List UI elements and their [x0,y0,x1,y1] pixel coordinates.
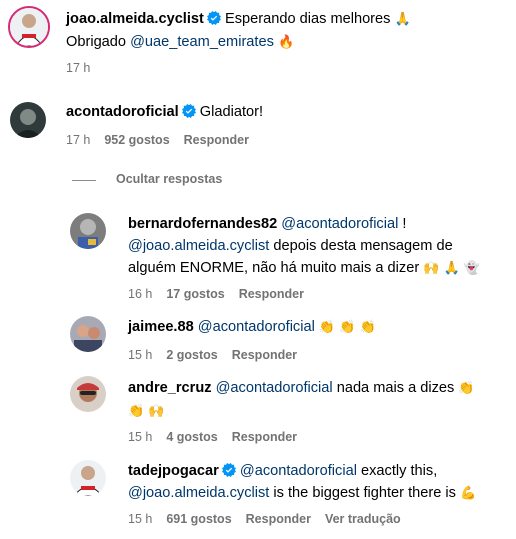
hide-replies-line [72,180,96,181]
comment-body: Gladiator! [199,104,264,120]
comment-text: joao.almeida.cyclist Esperando dias melh… [66,8,506,54]
mention-link[interactable]: @uae_team_emirates [130,34,274,50]
reply-meta: 16 h 17 gostos Responder [128,287,318,301]
hide-replies-button[interactable]: Ocultar respostas [116,172,222,186]
verified-icon [222,463,236,477]
comment-meta: 17 h 952 gostos Responder [66,133,263,147]
reply-button[interactable]: Responder [246,512,311,526]
flexed-bicep-icon: 💪 [460,486,477,501]
mention-link[interactable]: @acontadoroficial [216,380,333,396]
reply-body: nada mais a dizes [332,380,455,396]
reply-time[interactable]: 15 h [128,348,152,362]
reply-button[interactable]: Responder [239,287,304,301]
reply-button[interactable]: Responder [184,133,249,147]
mention-link[interactable]: @joao.almeida.cyclist [128,238,269,254]
avatar[interactable] [8,6,50,48]
comment-body: Esperando dias melhores [224,11,391,27]
reply-username[interactable]: andre_rcruz [128,380,212,396]
reply-text: andre_rcruz @acontadoroficial nada mais … [128,377,508,423]
comment-username[interactable]: acontadoroficial [66,104,179,120]
comment-meta: 17 h [66,61,104,75]
reply-meta: 15 h 2 gostos Responder [128,348,311,362]
verified-icon [182,104,196,118]
comment-text: acontadoroficial Gladiator! [66,101,506,123]
likes-count[interactable]: 4 gostos [166,430,217,444]
avatar[interactable] [10,102,46,138]
avatar[interactable] [70,213,106,249]
mention-link[interactable]: @acontadoroficial [240,463,357,479]
reply-text: jaimee.88 @acontadoroficial 👏 👏 👏 [128,316,508,339]
comment-time[interactable]: 17 h [66,61,90,75]
reply-button[interactable]: Responder [232,348,297,362]
see-translation-button[interactable]: Ver tradução [325,512,401,526]
reply-body: depois desta mensagem de [269,238,453,254]
reply-body: alguém ENORME, não há muito mais a dizer [128,260,420,276]
comment-time[interactable]: 17 h [66,133,90,147]
reply-text: tadejpogacar @acontadoroficial exactly t… [128,460,508,505]
pray-emoji-icon: 🙏 [394,12,411,27]
likes-count[interactable]: 691 gostos [166,512,231,526]
clap-emoji-icon: 👏 👏 👏 [318,320,376,335]
reply-button[interactable]: Responder [232,430,297,444]
avatar[interactable] [70,460,106,496]
comment-line2-prefix: Obrigado [66,34,131,50]
mention-link[interactable]: @acontadoroficial [198,319,315,335]
avatar[interactable] [70,316,106,352]
reply-username[interactable]: tadejpogacar [128,463,219,479]
fire-emoji-icon: 🔥 [277,35,295,50]
reply-time[interactable]: 15 h [128,430,152,444]
emoji-group-icon: 🙌 🙏 👻 [423,261,481,276]
emoji-group-icon: 👏 🙌 [128,404,165,419]
reply-meta: 15 h 4 gostos Responder [128,430,311,444]
reply-meta: 15 h 691 gostos Responder Ver tradução [128,512,415,526]
reply-time[interactable]: 16 h [128,287,152,301]
avatar[interactable] [70,376,106,412]
clap-emoji-icon: 👏 [458,381,475,396]
likes-count[interactable]: 17 gostos [166,287,224,301]
likes-count[interactable]: 2 gostos [166,348,217,362]
mention-link[interactable]: @joao.almeida.cyclist [128,485,269,501]
reply-body: exactly this, [356,463,438,479]
reply-text: bernardofernandes82 @acontadoroficial ! … [128,213,508,280]
reply-username[interactable]: bernardofernandes82 [128,216,277,232]
comment-username[interactable]: joao.almeida.cyclist [66,11,204,27]
verified-icon [207,11,221,25]
mention-link[interactable]: @acontadoroficial [281,216,398,232]
reply-username[interactable]: jaimee.88 [128,319,194,335]
reply-body: ! [398,216,407,232]
likes-count[interactable]: 952 gostos [104,133,169,147]
reply-body: is the biggest fighter there is [269,485,456,501]
reply-time[interactable]: 15 h [128,512,152,526]
